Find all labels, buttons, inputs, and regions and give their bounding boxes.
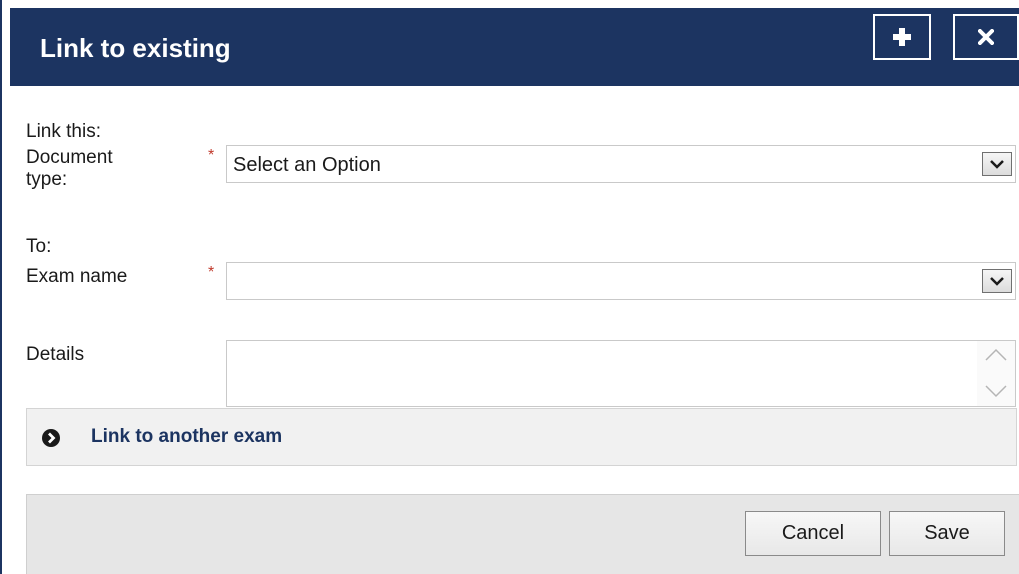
- chevron-circle-right-icon: [41, 428, 61, 453]
- cancel-button[interactable]: Cancel: [745, 511, 881, 556]
- details-scrollbar[interactable]: [977, 341, 1015, 406]
- dialog-title: Link to existing: [40, 33, 231, 63]
- details-label: Details: [26, 344, 85, 365]
- details-textarea[interactable]: [226, 340, 1016, 407]
- chevron-up-icon: [985, 348, 1007, 361]
- document-type-dropdown-arrow[interactable]: [982, 152, 1012, 176]
- document-type-label-line2: type:: [26, 169, 68, 190]
- to-label: To:: [26, 236, 52, 257]
- exam-name-dropdown-arrow[interactable]: [982, 269, 1012, 293]
- link-another-exam-toggle[interactable]: Link to another exam: [26, 408, 1017, 466]
- close-icon: [978, 29, 994, 45]
- save-button[interactable]: Save: [889, 511, 1005, 556]
- add-button[interactable]: [873, 14, 931, 60]
- document-type-label-line1: Document: [26, 147, 113, 168]
- exam-name-select[interactable]: [226, 262, 1016, 300]
- scroll-up-button[interactable]: [983, 345, 1009, 365]
- document-type-select[interactable]: Select an Option: [226, 145, 1016, 183]
- chevron-down-icon: [990, 277, 1004, 286]
- close-button[interactable]: [953, 14, 1019, 60]
- link-to-existing-dialog: Link to existing Link this: Document typ…: [0, 0, 1019, 574]
- dialog-titlebar: Link to existing: [10, 8, 1019, 86]
- scroll-down-button[interactable]: [983, 381, 1009, 401]
- exam-name-required-marker: *: [208, 264, 215, 281]
- document-type-select-value: Select an Option: [233, 154, 381, 176]
- dialog-footer: Cancel Save: [26, 494, 1019, 574]
- link-another-exam-label[interactable]: Link to another exam: [91, 426, 282, 448]
- document-type-required-marker: *: [208, 147, 215, 164]
- link-this-label: Link this:: [26, 121, 101, 142]
- exam-name-label: Exam name: [26, 266, 128, 287]
- chevron-down-icon: [990, 160, 1004, 169]
- chevron-down-icon: [985, 385, 1007, 398]
- plus-icon: [893, 28, 911, 46]
